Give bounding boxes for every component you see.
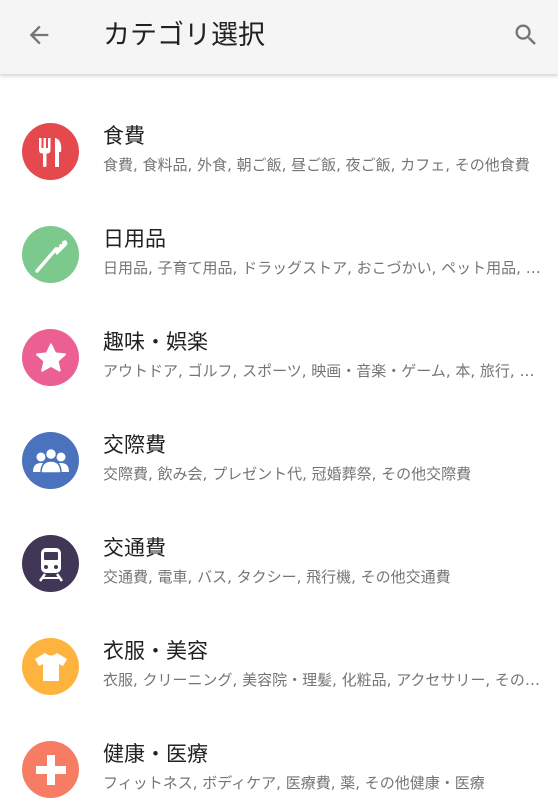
- category-subcategories: 衣服, クリーニング, 美容院・理髪, 化粧品, アクセサリー, その他衣服・美…: [103, 671, 541, 689]
- arrow-back-icon: [25, 21, 53, 53]
- category-icon-circle: [22, 638, 79, 695]
- star-icon: [34, 341, 68, 375]
- category-name: 食費: [103, 124, 145, 148]
- category-name: 衣服・美容: [103, 639, 208, 663]
- app-bar: カテゴリ選択: [0, 0, 558, 74]
- category-list: 食費 食費, 食料品, 外食, 朝ご飯, 昼ご飯, 夜ご飯, カフェ, その他食…: [0, 74, 558, 805]
- category-icon-circle: [22, 226, 79, 283]
- category-icon-circle: [22, 329, 79, 386]
- category-subcategories: フィットネス, ボディケア, 医療費, 薬, その他健康・医療: [103, 774, 485, 792]
- people-icon: [32, 446, 70, 476]
- category-icon-circle: [22, 432, 79, 489]
- toothbrush-icon: [32, 236, 70, 274]
- category-subcategories: 交通費, 電車, バス, タクシー, 飛行機, その他交通費: [103, 568, 451, 586]
- category-name: 趣味・娯楽: [103, 330, 208, 354]
- category-item-transport[interactable]: 交通費 交通費, 電車, バス, タクシー, 飛行機, その他交通費: [0, 522, 558, 625]
- category-name: 健康・医療: [103, 742, 208, 766]
- category-item-health-medical[interactable]: 健康・医療 フィットネス, ボディケア, 医療費, 薬, その他健康・医療: [0, 728, 558, 805]
- category-name: 交際費: [103, 433, 166, 457]
- page-title: カテゴリ選択: [103, 20, 265, 51]
- category-icon-circle: [22, 535, 79, 592]
- search-icon: [512, 21, 540, 53]
- fork-knife-icon: [34, 135, 68, 169]
- category-item-food[interactable]: 食費 食費, 食料品, 外食, 朝ご飯, 昼ご飯, 夜ご飯, カフェ, その他食…: [0, 110, 558, 213]
- search-button[interactable]: [505, 16, 547, 58]
- back-button[interactable]: [18, 16, 60, 58]
- category-item-clothing-beauty[interactable]: 衣服・美容 衣服, クリーニング, 美容院・理髪, 化粧品, アクセサリー, そ…: [0, 625, 558, 728]
- category-icon-circle: [22, 123, 79, 180]
- category-item-social[interactable]: 交際費 交際費, 飲み会, プレゼント代, 冠婚葬祭, その他交際費: [0, 419, 558, 522]
- category-name: 日用品: [103, 227, 166, 251]
- category-subcategories: アウトドア, ゴルフ, スポーツ, 映画・音楽・ゲーム, 本, 旅行, その他趣…: [103, 362, 541, 380]
- category-subcategories: 食費, 食料品, 外食, 朝ご飯, 昼ご飯, 夜ご飯, カフェ, その他食費: [103, 156, 530, 174]
- medical-cross-icon: [34, 753, 68, 787]
- train-icon: [36, 546, 66, 582]
- category-item-hobby[interactable]: 趣味・娯楽 アウトドア, ゴルフ, スポーツ, 映画・音楽・ゲーム, 本, 旅行…: [0, 316, 558, 419]
- category-item-daily-goods[interactable]: 日用品 日用品, 子育て用品, ドラッグストア, おこづかい, ペット用品, そ…: [0, 213, 558, 316]
- tshirt-icon: [33, 651, 69, 683]
- category-subcategories: 交際費, 飲み会, プレゼント代, 冠婚葬祭, その他交際費: [103, 465, 472, 483]
- category-subcategories: 日用品, 子育て用品, ドラッグストア, おこづかい, ペット用品, その他日用…: [103, 259, 541, 277]
- category-name: 交通費: [103, 536, 166, 560]
- category-icon-circle: [22, 741, 79, 798]
